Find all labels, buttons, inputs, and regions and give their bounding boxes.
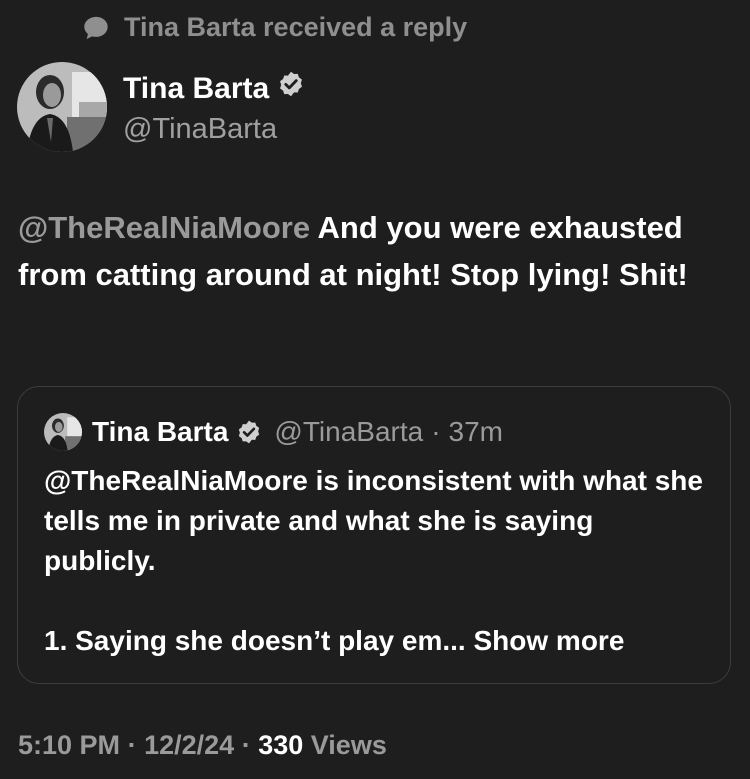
author-handle[interactable]: @TinaBarta <box>123 111 305 147</box>
author-name[interactable]: Tina Barta <box>123 71 269 107</box>
quoted-text-line: @TheRealNiaMoore is inconsistent with wh… <box>44 465 703 576</box>
social-context: Tina Barta received a reply <box>82 12 467 43</box>
tweet-text: @TheRealNiaMoore And you were exhausted … <box>18 204 728 298</box>
tweet-time[interactable]: 5:10 PM <box>18 730 120 760</box>
tweet-date[interactable]: 12/2/24 <box>144 730 234 760</box>
views-count: 330 <box>258 730 304 760</box>
separator-dot: · <box>241 730 251 760</box>
tweet-author: Tina Barta @TinaBarta <box>17 62 305 152</box>
quoted-tweet-card[interactable]: Tina Barta @TinaBarta · 37m @TheRealNiaM… <box>17 386 731 684</box>
quoted-author-name: Tina Barta <box>92 416 229 447</box>
quoted-avatar <box>44 413 82 451</box>
quoted-text-line-show-more[interactable]: 1. Saying she doesn’t play em... Show mo… <box>44 621 704 661</box>
mention-link[interactable]: @TheRealNiaMoore <box>18 210 310 245</box>
separator-dot: · <box>127 730 137 760</box>
views-label: Views <box>310 730 387 760</box>
quoted-author-handle: @TinaBarta <box>274 416 424 447</box>
speech-bubble-icon <box>82 14 110 42</box>
quoted-tweet-header: Tina Barta @TinaBarta · 37m <box>44 413 503 451</box>
tweet-metadata: 5:10 PM · 12/2/24 · 330 Views <box>18 730 387 761</box>
verified-badge-icon <box>277 70 305 107</box>
social-context-text: Tina Barta received a reply <box>124 12 468 42</box>
quoted-verified-badge-icon <box>236 419 262 445</box>
avatar[interactable] <box>17 62 107 152</box>
quoted-tweet-text: @TheRealNiaMoore is inconsistent with wh… <box>44 461 704 661</box>
quoted-time: 37m <box>448 416 503 447</box>
separator-dot: · <box>431 416 441 447</box>
